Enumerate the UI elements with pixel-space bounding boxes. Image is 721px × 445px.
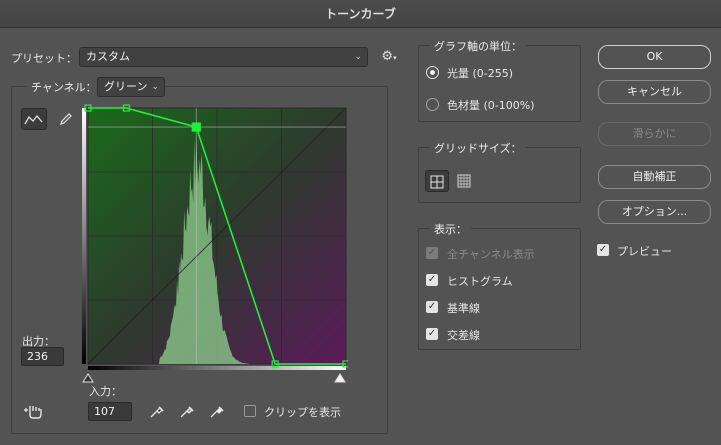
white-eyedropper-button[interactable] xyxy=(208,402,226,420)
intersection-label: 交差線 xyxy=(447,329,480,342)
curve-point-selected[interactable] xyxy=(191,122,201,132)
output-field[interactable]: 236 xyxy=(21,347,64,366)
baseline-checkbox[interactable]: ✓ xyxy=(426,301,438,313)
gray-eyedropper-button[interactable] xyxy=(178,402,196,420)
preset-select[interactable]: カスタム ⌄ xyxy=(79,47,368,67)
grid-10-icon xyxy=(457,174,471,188)
options-button[interactable]: オプション... xyxy=(598,200,711,224)
input-gradient-bar xyxy=(88,366,346,370)
baseline-label: 基準線 xyxy=(447,302,480,315)
window-title: トーンカーブ xyxy=(0,0,721,28)
white-eyedropper-icon xyxy=(210,406,224,418)
all-channels-label: 全チャンネル表示 xyxy=(447,248,535,261)
cancel-button[interactable]: キャンセル xyxy=(598,80,711,104)
grid-4-icon xyxy=(430,175,444,189)
histogram-checkbox[interactable]: ✓ xyxy=(426,274,438,286)
black-eyedropper-icon xyxy=(150,406,164,418)
channel-value: グリーン xyxy=(104,80,148,93)
output-gradient-bar xyxy=(82,108,86,364)
curve-tool-button[interactable] xyxy=(21,108,47,130)
preset-gear-icon[interactable]: ⚙︎▾ xyxy=(378,47,400,67)
light-amount-label: 光量 (0-255) xyxy=(447,67,514,80)
all-channels-checkbox: ✓ xyxy=(426,247,438,259)
input-field[interactable]: 107 xyxy=(88,402,132,421)
preset-value: カスタム xyxy=(86,50,130,63)
channel-select[interactable]: グリーン ⌄ xyxy=(97,77,165,97)
curve-graph[interactable] xyxy=(82,104,348,386)
grid-detailed-button[interactable] xyxy=(452,170,476,192)
auto-button[interactable]: 自動補正 xyxy=(598,165,711,189)
clip-label: クリップを表示 xyxy=(264,406,341,419)
input-label: 入力： xyxy=(89,385,122,398)
display-title: 表示： xyxy=(430,221,471,237)
grid-size-title: グリッドサイズ： xyxy=(430,140,526,156)
preset-label: プリセット： xyxy=(11,52,77,65)
radio-light-amount[interactable] xyxy=(426,66,439,79)
channel-label: チャンネル： xyxy=(27,79,101,95)
pigment-amount-label: 色材量 (0-100%) xyxy=(447,99,535,112)
pencil-icon xyxy=(60,113,72,125)
preview-label: プレビュー xyxy=(617,245,672,258)
ok-button[interactable]: OK xyxy=(598,45,711,69)
intersection-checkbox[interactable]: ✓ xyxy=(426,328,438,340)
grid-simple-button[interactable] xyxy=(425,170,449,192)
hand-target-icon xyxy=(24,406,42,419)
radio-pigment-amount[interactable] xyxy=(426,98,439,111)
white-point-slider[interactable] xyxy=(334,373,346,383)
chevron-down-icon: ⌄ xyxy=(151,82,159,92)
pencil-tool-button[interactable] xyxy=(53,108,79,130)
graph-unit-title: グラフ軸の単位： xyxy=(430,38,526,54)
target-adjust-tool-button[interactable] xyxy=(21,400,47,422)
black-eyedropper-button[interactable] xyxy=(148,402,166,420)
curve-tool-icon xyxy=(24,114,43,125)
chevron-down-icon: ⌄ xyxy=(354,52,362,62)
smooth-button: 滑らかに xyxy=(598,122,711,146)
gray-eyedropper-icon xyxy=(180,406,194,418)
clip-checkbox[interactable] xyxy=(244,405,256,417)
preview-checkbox[interactable]: ✓ xyxy=(597,244,609,256)
black-point-slider[interactable] xyxy=(82,373,94,383)
histogram-label: ヒストグラム xyxy=(447,275,513,288)
